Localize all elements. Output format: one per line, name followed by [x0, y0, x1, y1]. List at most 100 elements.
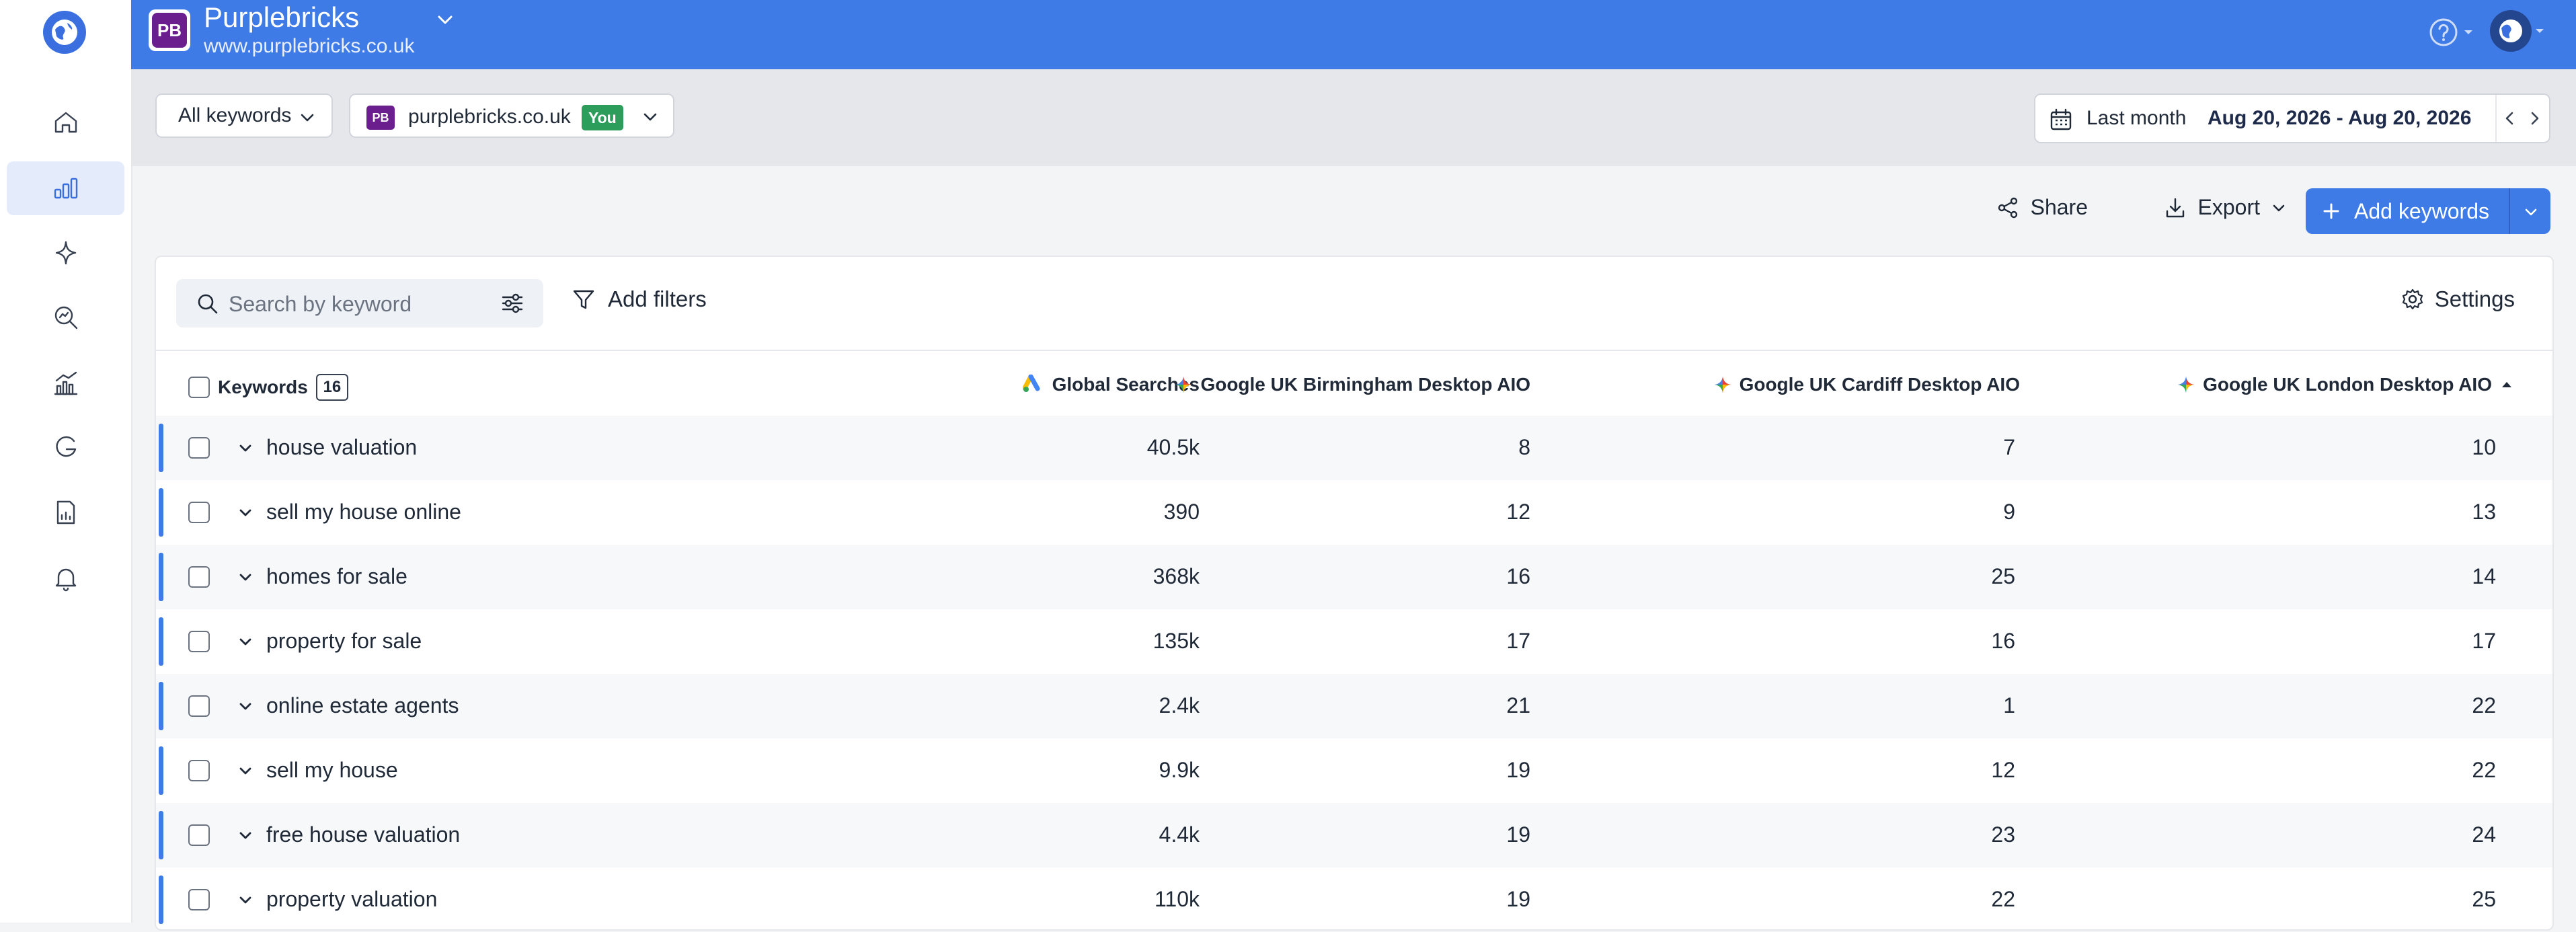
global-searches-column-header[interactable]: Global Searches: [1022, 374, 1200, 395]
sliders-icon[interactable]: [500, 291, 524, 315]
row-checkbox[interactable]: [188, 437, 210, 459]
filter-strip: All keywords PB purplebricks.co.uk You L…: [131, 69, 2576, 166]
global-searches-cell: 2.4k: [1159, 693, 1200, 717]
keyword-cell[interactable]: property for sale: [266, 629, 422, 654]
settings-button[interactable]: Settings: [2401, 286, 2515, 312]
chevron-down-icon[interactable]: [434, 8, 457, 31]
bar-chart-icon: [54, 178, 77, 199]
cardiff-rank-cell: 7: [2003, 435, 2015, 459]
expand-chevron-icon[interactable]: [235, 890, 256, 910]
select-all-checkbox[interactable]: [188, 377, 210, 398]
share-button[interactable]: Share: [1996, 195, 2088, 220]
site-name[interactable]: Purplebricks: [204, 1, 359, 34]
london-rank-cell: 25: [2472, 887, 2496, 911]
table-row[interactable]: property for sale 135k 17 16 17: [156, 609, 2552, 674]
cardiff-column-header[interactable]: Google UK Cardiff Desktop AIO: [1714, 374, 2020, 395]
date-range-label: Last month: [2086, 107, 2187, 129]
keyword-cell[interactable]: free house valuation: [266, 822, 460, 847]
left-nav-rail: [0, 0, 132, 923]
competitor-badge: PB: [366, 106, 395, 130]
birmingham-rank-cell: 12: [1506, 500, 1530, 524]
add-keywords-button[interactable]: Add keywords: [2306, 188, 2550, 234]
export-button[interactable]: Export: [2163, 195, 2287, 220]
row-checkbox[interactable]: [188, 889, 210, 910]
nav-rankings[interactable]: [7, 161, 124, 215]
expand-chevron-icon[interactable]: [235, 568, 256, 588]
keyword-cell[interactable]: sell my house online: [266, 500, 461, 525]
chevron-down-icon[interactable]: [2522, 203, 2540, 221]
table-row[interactable]: free house valuation 4.4k 19 23 24: [156, 803, 2552, 867]
row-checkbox[interactable]: [188, 631, 210, 652]
birmingham-rank-cell: 21: [1506, 693, 1530, 717]
global-searches-cell: 40.5k: [1146, 435, 1200, 459]
report-icon: [56, 500, 75, 525]
gear-icon: [2402, 288, 2423, 310]
user-menu[interactable]: [2490, 9, 2557, 52]
sparkle-icon: [55, 241, 76, 265]
cardiff-rank-cell: 9: [2003, 500, 2015, 524]
chevron-right-icon[interactable]: [2525, 108, 2545, 128]
cardiff-rank-cell: 25: [1991, 564, 2015, 588]
keyword-cell[interactable]: sell my house: [266, 758, 398, 783]
keyword-filter-select[interactable]: All keywords: [155, 93, 333, 138]
keywords-column-header[interactable]: Keywords 16: [188, 374, 348, 401]
app-logo-icon[interactable]: [43, 11, 86, 54]
cardiff-rank-cell: 12: [1991, 758, 2015, 782]
row-checkbox[interactable]: [188, 760, 210, 781]
global-searches-cell: 135k: [1153, 629, 1200, 653]
share-icon: [1998, 197, 2017, 218]
expand-chevron-icon[interactable]: [235, 761, 256, 781]
keyword-cell[interactable]: house valuation: [266, 435, 417, 460]
nav-alerts[interactable]: [7, 551, 124, 605]
expand-chevron-icon[interactable]: [235, 632, 256, 652]
nav-reports[interactable]: [7, 486, 124, 539]
table-row[interactable]: sell my house 9.9k 19 12 22: [156, 738, 2552, 803]
table-row[interactable]: house valuation 40.5k 8 7 10: [156, 416, 2552, 480]
expand-chevron-icon[interactable]: [235, 697, 256, 717]
nav-analytics[interactable]: [7, 356, 124, 410]
chevron-down-icon: [643, 113, 657, 121]
action-row: Export Share Add keywords: [131, 166, 2576, 256]
row-checkbox[interactable]: [188, 502, 210, 523]
london-rank-cell: 17: [2472, 629, 2496, 653]
add-filters-button[interactable]: Add filters: [572, 286, 707, 312]
date-range-picker[interactable]: Last month Aug 20, 2026 - Aug 20, 2026: [2034, 93, 2550, 143]
table-row[interactable]: homes for sale 368k 16 25 14: [156, 545, 2552, 609]
nav-home[interactable]: [7, 95, 124, 149]
row-checkbox[interactable]: [188, 824, 210, 846]
cardiff-rank-cell: 16: [1991, 629, 2015, 653]
calendar-icon: [2050, 108, 2072, 130]
search-input[interactable]: [227, 288, 485, 319]
chevron-left-icon[interactable]: [2499, 108, 2520, 128]
keyword-search[interactable]: [176, 279, 543, 327]
nav-google[interactable]: [7, 421, 124, 475]
keyword-cell[interactable]: online estate agents: [266, 693, 459, 718]
nav-ai[interactable]: [7, 226, 124, 280]
table-row[interactable]: sell my house online 390 12 9 13: [156, 480, 2552, 545]
caret-down-icon: [2464, 30, 2472, 34]
nav-research[interactable]: [7, 290, 124, 344]
row-checkbox[interactable]: [188, 695, 210, 717]
expand-chevron-icon[interactable]: [235, 826, 256, 846]
birmingham-rank-cell: 8: [1518, 435, 1530, 459]
keyword-cell[interactable]: property valuation: [266, 887, 437, 912]
london-rank-cell: 14: [2472, 564, 2496, 588]
row-indicator: [159, 746, 163, 795]
expand-chevron-icon[interactable]: [235, 503, 256, 523]
help-menu[interactable]: [2428, 16, 2482, 48]
keyword-cell[interactable]: homes for sale: [266, 564, 407, 589]
competitor-select[interactable]: PB purplebricks.co.uk You: [349, 93, 674, 138]
expand-chevron-icon[interactable]: [235, 438, 256, 459]
search-icon: [198, 294, 218, 314]
london-column-header[interactable]: Google UK London Desktop AIO: [2177, 374, 2513, 395]
row-checkbox[interactable]: [188, 566, 210, 588]
birmingham-column-header[interactable]: Google UK Birmingham Desktop AIO: [1175, 374, 1530, 395]
site-badge[interactable]: PB: [149, 9, 190, 51]
table-row[interactable]: online estate agents 2.4k 21 1 22: [156, 674, 2552, 738]
london-rank-cell: 13: [2472, 500, 2496, 524]
birmingham-rank-cell: 19: [1506, 822, 1530, 847]
gemini-icon: [1714, 377, 1731, 393]
row-indicator: [159, 682, 163, 730]
google-g-icon: [55, 436, 76, 457]
global-searches-cell: 368k: [1153, 564, 1200, 588]
